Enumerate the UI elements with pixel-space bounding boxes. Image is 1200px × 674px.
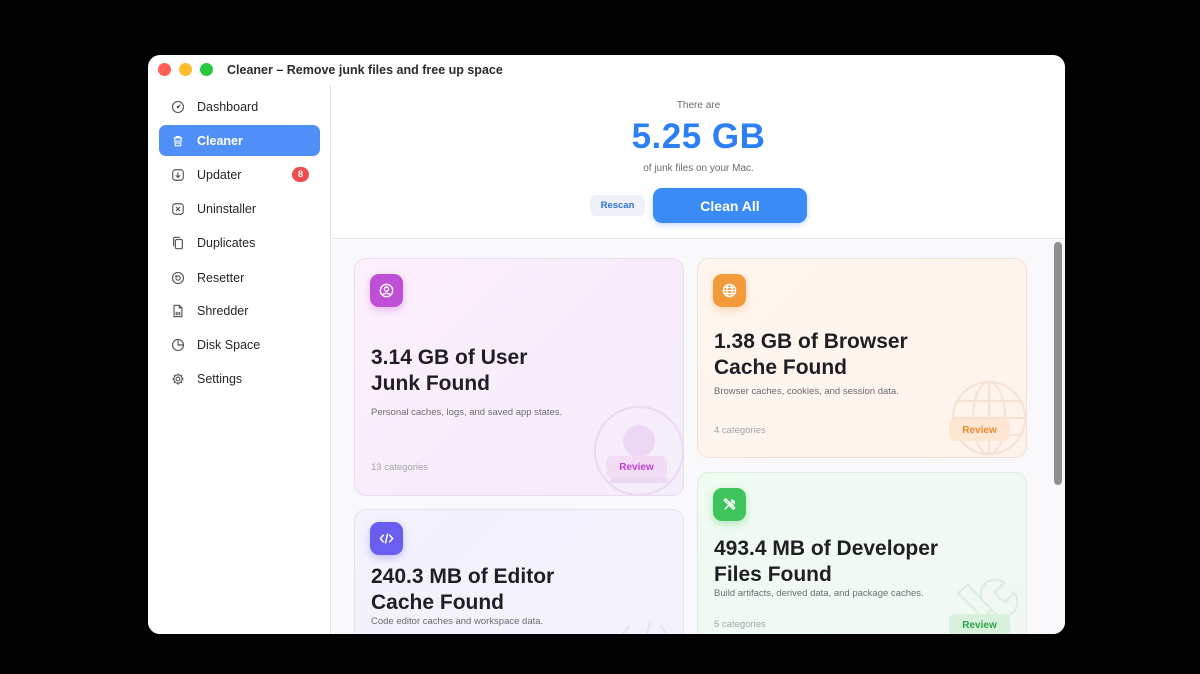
sidebar-item-label: Duplicates — [197, 235, 256, 250]
developer-files-card: 493.4 MB of Developer Files Found Build … — [697, 472, 1027, 634]
user-junk-card: 3.14 GB of User Junk Found Personal cach… — [354, 258, 684, 496]
sidebar-item-label: Shredder — [197, 303, 249, 318]
card-description: Build artifacts, derived data, and packa… — [714, 588, 924, 599]
globe-watermark-icon — [951, 380, 1026, 456]
sidebar-item-label: Uninstaller — [197, 201, 257, 216]
sidebar-item-label: Updater — [197, 167, 242, 182]
user-watermark-icon — [594, 406, 683, 495]
card-description: Browser caches, cookies, and session dat… — [714, 386, 899, 397]
category-count: 13 categories — [371, 462, 429, 473]
sidebar-item-label: Resetter — [197, 270, 245, 285]
card-title: 1.38 GB of Browser Cache Found — [714, 330, 908, 379]
tools-icon — [713, 488, 746, 521]
sidebar-item-resetter[interactable]: Resetter — [159, 262, 320, 293]
code-icon — [370, 522, 403, 555]
card-description: Code editor caches and workspace data. — [371, 616, 544, 627]
window-title: Cleaner – Remove junk files and free up … — [227, 62, 503, 77]
sidebar-item-cleaner[interactable]: Cleaner — [159, 125, 320, 156]
review-developer-files-button[interactable]: Review — [949, 614, 1010, 634]
summary-post-text: of junk files on your Mac. — [643, 163, 754, 174]
category-count: 4 categories — [714, 425, 766, 436]
sidebar-item-label: Settings — [197, 371, 243, 386]
copy-icon — [171, 236, 185, 250]
shredder-icon — [171, 304, 185, 318]
category-count: 5 categories — [714, 619, 766, 630]
updates-count-badge: 8 — [292, 167, 309, 182]
vertical-scrollbar[interactable] — [1054, 242, 1062, 485]
pie-chart-icon — [171, 338, 185, 352]
clean-all-button[interactable]: Clean All — [653, 188, 807, 223]
close-window-button[interactable] — [158, 63, 171, 76]
gauge-icon — [171, 100, 185, 114]
sidebar-item-label: Dashboard — [197, 99, 259, 114]
total-junk-size: 5.25 GB — [631, 117, 766, 156]
download-icon — [171, 168, 185, 182]
summary-pre-text: There are — [676, 100, 721, 111]
sidebar-item-settings[interactable]: Settings — [159, 363, 320, 394]
user-circle-icon — [370, 274, 403, 307]
gear-icon — [171, 372, 185, 386]
sidebar-item-dashboard[interactable]: Dashboard — [159, 91, 320, 122]
sidebar-item-duplicates[interactable]: Duplicates — [159, 227, 320, 258]
results-area[interactable]: 3.14 GB of User Junk Found Personal cach… — [332, 240, 1065, 634]
card-title: 493.4 MB of Developer Files Found — [714, 537, 939, 586]
sidebar-item-disk-space[interactable]: Disk Space — [159, 329, 320, 360]
rescan-button[interactable]: Rescan — [590, 195, 645, 216]
sidebar-item-label: Disk Space — [197, 337, 261, 352]
x-square-icon — [171, 202, 185, 216]
card-title: 240.3 MB of Editor Cache Found — [371, 565, 555, 614]
sidebar: Dashboard Cleaner Updater 8 Uninstaller — [148, 84, 331, 634]
code-watermark-icon — [621, 620, 669, 634]
review-browser-cache-button[interactable]: Review — [949, 419, 1010, 441]
card-description: Personal caches, logs, and saved app sta… — [371, 407, 563, 418]
maximize-window-button[interactable] — [200, 63, 213, 76]
editor-cache-card: 240.3 MB of Editor Cache Found Code edit… — [354, 509, 684, 634]
sidebar-item-updater[interactable]: Updater 8 — [159, 159, 320, 190]
summary-header: There are 5.25 GB of junk files on your … — [332, 84, 1065, 239]
reset-icon — [171, 271, 185, 285]
window-controls — [158, 63, 213, 76]
sidebar-item-shredder[interactable]: Shredder — [159, 295, 320, 326]
review-user-junk-button[interactable]: Review — [606, 456, 667, 478]
minimize-window-button[interactable] — [179, 63, 192, 76]
main-panel: There are 5.25 GB of junk files on your … — [332, 84, 1065, 634]
sidebar-item-uninstaller[interactable]: Uninstaller — [159, 193, 320, 224]
title-bar: Cleaner – Remove junk files and free up … — [148, 55, 1065, 84]
trash-icon — [171, 134, 185, 148]
card-title: 3.14 GB of User Junk Found — [371, 346, 528, 395]
browser-cache-card: 1.38 GB of Browser Cache Found Browser c… — [697, 258, 1027, 458]
globe-icon — [713, 274, 746, 307]
sidebar-item-label: Cleaner — [197, 133, 243, 148]
app-window: Cleaner – Remove junk files and free up … — [148, 55, 1065, 634]
